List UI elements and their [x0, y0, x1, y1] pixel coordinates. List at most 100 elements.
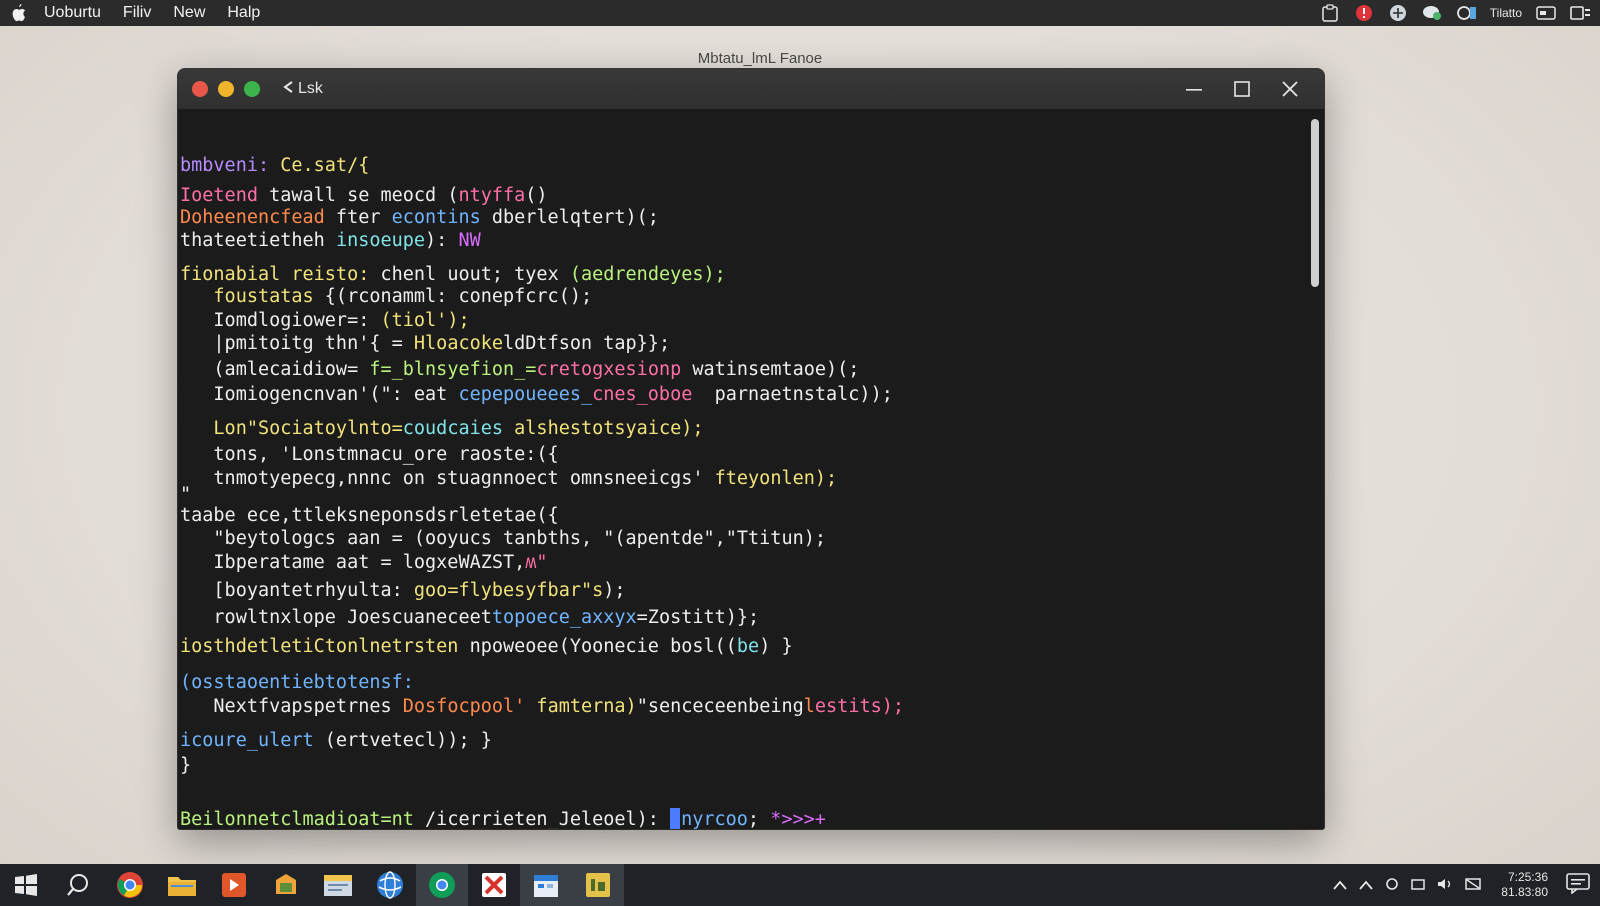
chrome-icon[interactable] — [104, 864, 156, 906]
terminal-line: "beytologcs aan = (ooyucs tanbths, "(ape… — [180, 528, 826, 549]
code-token: ntyffa — [458, 185, 526, 206]
top-menu-bar: Uoburtu Filiv New Halp Tilatto — [0, 0, 1600, 26]
code-token: ldDtfson tap}}; — [503, 333, 671, 354]
menu-item-new[interactable]: New — [173, 4, 205, 22]
terminal-line: " — [180, 484, 191, 505]
notification-center-icon[interactable] — [1566, 872, 1590, 898]
window-tab[interactable]: Lsk — [282, 80, 323, 99]
code-token: Dosfocpool' — [402, 696, 526, 717]
window-titlebar[interactable]: Lsk — [178, 69, 1324, 109]
code-token: Ioetend — [180, 185, 258, 206]
code-token: |pmitoitg thn'{ = — [180, 333, 414, 354]
file-explorer-icon[interactable] — [312, 864, 364, 906]
code-token: tons, 'Lonstmnacu_ore raoste:({ — [180, 444, 559, 465]
calendar-app-icon[interactable] — [520, 864, 572, 906]
code-token: f=_blnsyefion_= — [358, 359, 537, 380]
terminal-line: Nextfvapspetrnes Dosfocpool' famterna)"s… — [180, 696, 904, 717]
code-token: foustatas — [180, 286, 314, 307]
archive-app-icon[interactable] — [260, 864, 312, 906]
terminal-line: bmbveni: Ce.sat/{ — [180, 155, 369, 176]
chrome-active-icon[interactable] — [416, 864, 468, 906]
terminal-window: Lsk bmbveni: Ce.sat/{ Ioetend tawall se m… — [178, 69, 1324, 829]
system-tray: 7:25:36 81.83:80 — [1333, 864, 1600, 906]
terminal-scrollbar[interactable] — [1304, 109, 1324, 829]
code-token: icoure_ulert — [180, 730, 314, 751]
code-token: dberlelqtert)(; — [480, 207, 659, 228]
menu-item-help[interactable]: Halp — [227, 4, 260, 22]
chat-icon[interactable] — [1422, 4, 1442, 22]
clock-date: 81.83:80 — [1501, 885, 1548, 899]
windows-start-icon[interactable] — [0, 864, 52, 906]
minimize-dot-button[interactable] — [218, 81, 234, 97]
code-token: NW — [458, 230, 481, 251]
code-token: insoeupe — [335, 230, 426, 251]
apple-icon[interactable] — [10, 4, 28, 22]
prompt-token: ; — [747, 809, 771, 829]
code-token: ): — [425, 230, 459, 251]
sync-tray-icon[interactable] — [1385, 876, 1399, 895]
menu-item-ubuntu[interactable]: Uoburtu — [44, 4, 101, 22]
clipboard-icon[interactable] — [1320, 4, 1340, 22]
spreadsheet-x-icon[interactable] — [468, 864, 520, 906]
terminal-output[interactable]: bmbveni: Ce.sat/{ Ioetend tawall se meocd… — [178, 109, 1304, 829]
text-cursor — [670, 808, 681, 829]
terminal-line: icoure_ulert (ertvetecl)); } — [180, 730, 492, 751]
terminal-prompt-line[interactable]: Beilonnetclmadioat=nt /icerrieten_Jeleoe… — [180, 808, 826, 829]
folder-icon[interactable] — [156, 864, 208, 906]
sync-icon[interactable] — [1456, 4, 1476, 22]
zoom-dot-button[interactable] — [244, 81, 260, 97]
browser-globe-icon[interactable] — [364, 864, 416, 906]
code-token: Nextfvapspetrnes — [180, 696, 403, 717]
terminal-line: Ioetend tawall se meocd (ntyffa() — [180, 185, 548, 206]
prompt-token: /icerrieten_Jeleoel): — [425, 809, 671, 829]
code-token: ʍ" — [525, 552, 548, 573]
code-token: " — [180, 484, 192, 505]
code-token: chenl uout; — [369, 264, 515, 285]
code-token: cretogxesionp — [536, 359, 682, 380]
menu-item-file[interactable]: Filiv — [123, 4, 151, 22]
wifi-icon[interactable] — [1465, 876, 1482, 895]
code-token: tyex — [514, 264, 559, 285]
code-token: alshestotsyaice); — [503, 418, 704, 439]
scrollbar-thumb[interactable] — [1311, 119, 1319, 287]
minimize-icon[interactable] — [1170, 69, 1218, 109]
terminal-prompt-icon — [282, 80, 294, 99]
code-token: thateetietheh — [180, 230, 336, 251]
code-token: (tiol'); — [369, 310, 470, 331]
code-token: rowltnxlope Joescuaneceet — [180, 607, 492, 628]
terminal-line: tnmotyepecg,nnnc on stuagnnoect omnsneei… — [180, 468, 837, 489]
terminal-line: [boyantetrhyulta: goo=flybesyfbar"s); — [180, 580, 626, 601]
maximize-icon[interactable] — [1218, 69, 1266, 109]
chevron-up-icon[interactable] — [1333, 876, 1347, 895]
terminal-line: tons, 'Lonstmnacu_ore raoste:({ — [180, 444, 559, 465]
code-token: npoweoee(Yoonecie bosl(( — [469, 636, 737, 657]
taskbar-clock[interactable]: 7:25:36 81.83:80 — [1501, 870, 1548, 900]
code-token: "beytologcs aan = (ooyucs tanbths, "(ape… — [180, 528, 827, 549]
chevron-up-secondary-icon[interactable] — [1359, 876, 1373, 895]
storage-icon[interactable] — [1411, 876, 1426, 895]
code-token: ); — [603, 580, 626, 601]
speaker-icon[interactable] — [1437, 876, 1453, 895]
code-token: topoece_axxyx — [491, 607, 637, 628]
close-dot-button[interactable] — [192, 81, 208, 97]
prompt-token: nyrcoo — [681, 809, 748, 829]
notes-app-icon[interactable] — [572, 864, 624, 906]
alert-icon[interactable] — [1354, 4, 1374, 22]
window-outer-title: Mbtatu_lmL Fanoe — [697, 50, 823, 67]
code-token: () — [525, 185, 548, 206]
code-token: "senceceenbeing — [636, 696, 804, 717]
code-token: Ibperatame aat = logxeWAZST, — [180, 552, 526, 573]
terminal-line: } — [180, 755, 191, 776]
network-icon[interactable] — [1388, 4, 1408, 22]
terminal-line: Doheenencfead fter econtins dberlelqtert… — [180, 207, 659, 228]
code-token: be — [736, 636, 760, 657]
sidebar-toggle-icon[interactable] — [1570, 4, 1590, 22]
keyboard-icon[interactable] — [1536, 4, 1556, 22]
close-icon[interactable] — [1266, 69, 1314, 109]
search-icon[interactable] — [52, 864, 104, 906]
terminal-line: Ibperatame aat = logxeWAZST,ʍ" — [180, 552, 548, 573]
code-token: econtins — [391, 207, 481, 228]
terminal-line: fionabial reisto: chenl uout; tyex (aedr… — [180, 264, 726, 285]
user-name[interactable]: Tilatto — [1490, 6, 1522, 20]
presentation-app-icon[interactable] — [208, 864, 260, 906]
